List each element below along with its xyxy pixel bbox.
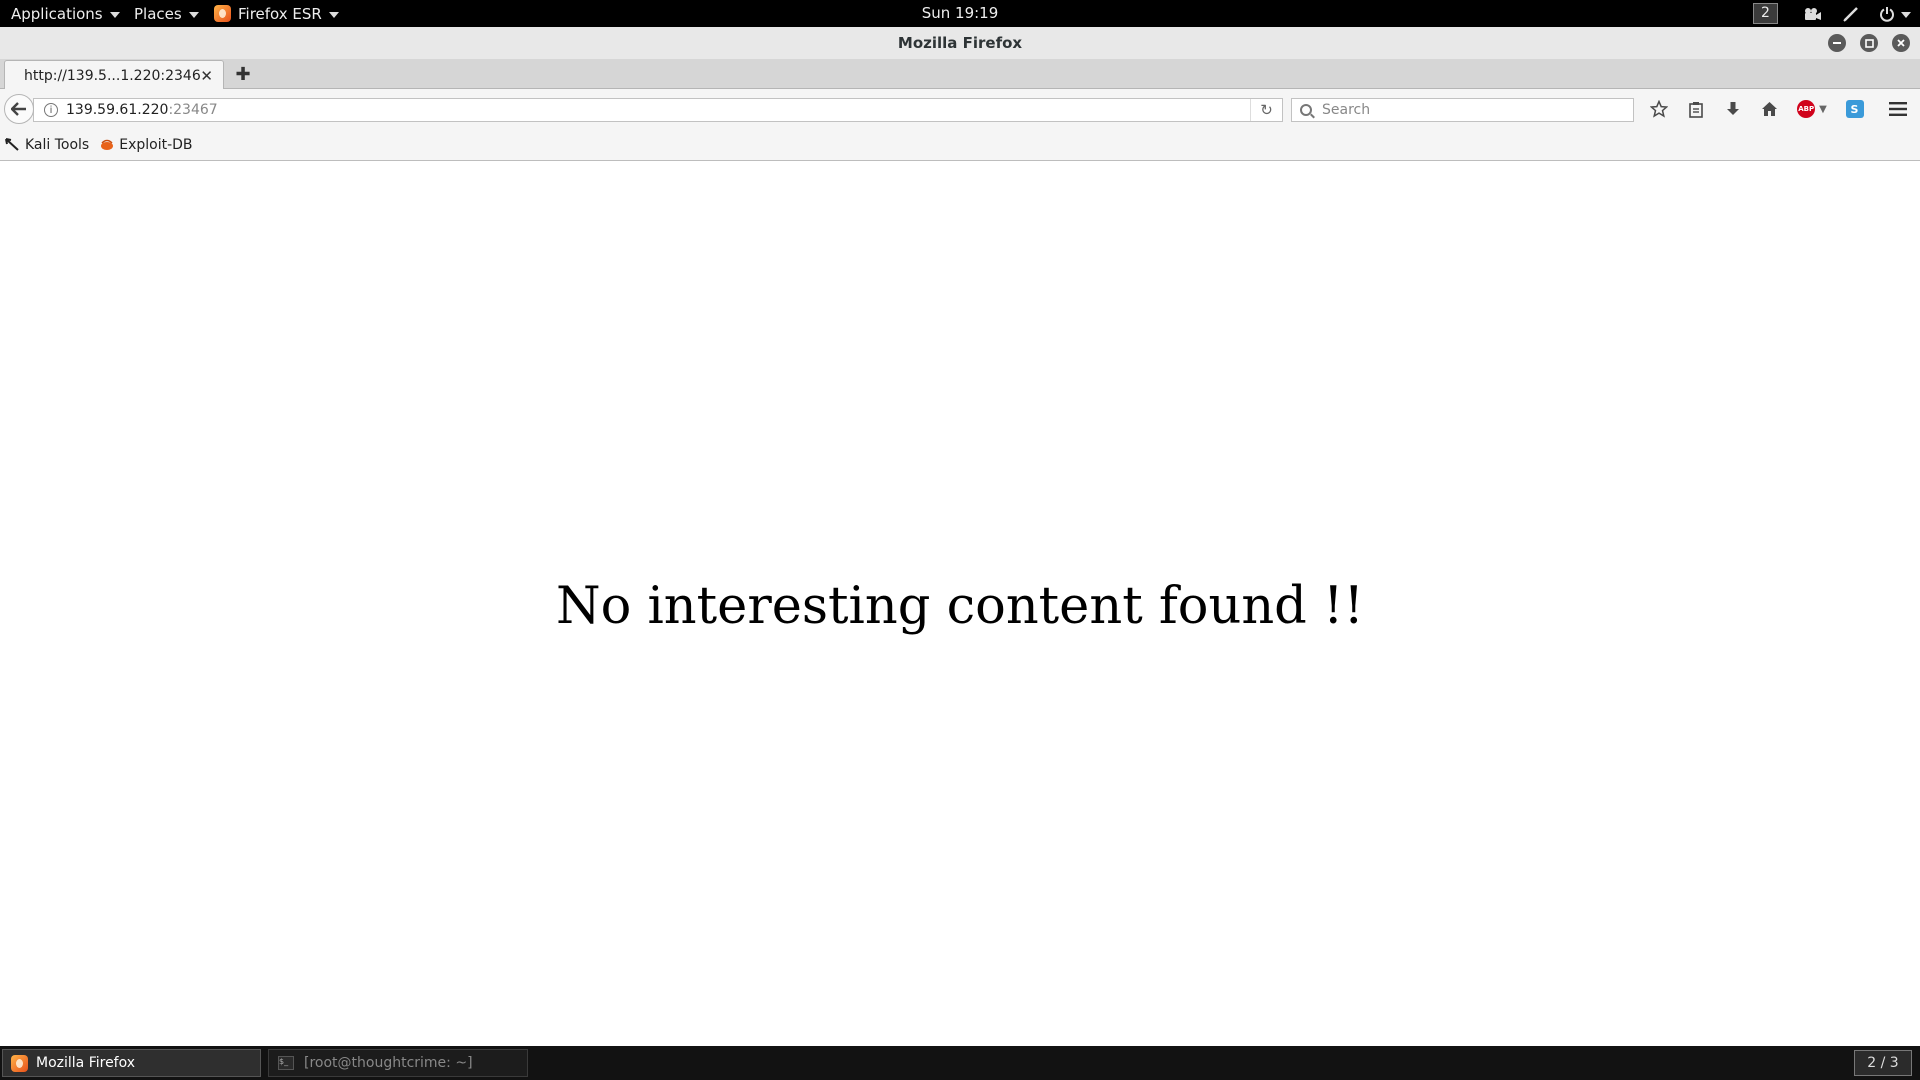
applications-menu-label: Applications [11, 4, 103, 23]
reading-list-button[interactable] [1677, 89, 1714, 129]
chevron-down-icon [328, 11, 339, 18]
reload-icon[interactable]: ↻ [1250, 99, 1282, 121]
bookmark-kali-tools[interactable]: Kali Tools [5, 137, 89, 153]
tab-active[interactable]: http://139.5...1.220:23467/ ✕ [4, 60, 224, 90]
search-input[interactable] [1320, 101, 1633, 119]
app-menu[interactable]: Firefox ESR [214, 0, 339, 27]
open-menu-button[interactable] [1873, 89, 1920, 129]
app-menu-label: Firefox ESR [238, 4, 322, 23]
search-icon [1300, 104, 1312, 116]
home-icon [1762, 102, 1777, 116]
bookmark-label: Kali Tools [25, 136, 90, 153]
maximize-button[interactable] [1860, 34, 1878, 52]
applications-menu[interactable]: Applications [11, 0, 120, 27]
back-arrow-icon [11, 102, 26, 116]
pen-icon[interactable] [1832, 0, 1870, 27]
downloads-button[interactable] [1714, 89, 1751, 129]
page-headline: No interesting content found !! [555, 577, 1365, 636]
plus-icon: ✚ [235, 63, 251, 85]
chevron-down-icon [188, 11, 199, 18]
window-controls [1828, 34, 1910, 52]
search-bar[interactable] [1291, 98, 1634, 122]
panel-status-area: 2 [1753, 0, 1920, 27]
places-menu[interactable]: Places [134, 0, 199, 27]
bookmarks-toolbar: Kali Tools Exploit-DB [0, 129, 1920, 161]
chevron-down-icon [1901, 11, 1911, 18]
workspace-number[interactable]: 2 [1753, 3, 1778, 24]
extension-s-icon: S [1845, 100, 1864, 118]
star-icon [1649, 100, 1668, 118]
places-menu-label: Places [134, 4, 182, 23]
bookmark-label: Exploit-DB [119, 136, 193, 153]
exploit-db-icon [101, 139, 114, 150]
taskbar-item-terminal[interactable]: $_ [root@thoughtcrime: ~] [268, 1049, 528, 1077]
clipboard-icon [1688, 101, 1703, 118]
back-button[interactable] [4, 94, 34, 124]
kali-dragon-icon [5, 138, 19, 151]
video-camera-icon[interactable] [1794, 0, 1832, 27]
tab-close-icon[interactable]: ✕ [200, 67, 213, 85]
minimize-button[interactable] [1828, 34, 1846, 52]
toolbar-buttons: ABP ▼ S [1640, 89, 1920, 129]
close-icon [1897, 39, 1905, 47]
chevron-down-icon [109, 11, 120, 18]
dropdown-arrow-icon[interactable]: ▼ [1819, 104, 1827, 115]
terminal-icon: $_ [278, 1056, 294, 1070]
minimize-icon [1833, 42, 1841, 44]
maximize-icon [1864, 38, 1874, 48]
taskbar-item-label: Mozilla Firefox [36, 1055, 136, 1071]
workspace-indicator[interactable]: 2 / 3 [1854, 1050, 1912, 1076]
taskbar-item-label: [root@thoughtcrime: ~] [304, 1055, 473, 1071]
firefox-icon [214, 5, 231, 22]
tab-strip: http://139.5...1.220:23467/ ✕ ✚ [0, 59, 1920, 90]
hamburger-menu-icon [1889, 102, 1907, 116]
url-host: 139.59.61.220 [66, 102, 169, 118]
taskbar-item-firefox[interactable]: Mozilla Firefox [2, 1049, 261, 1077]
page-content: No interesting content found !! [0, 161, 1920, 1046]
new-tab-button[interactable]: ✚ [233, 59, 253, 89]
url-port: :23467 [168, 102, 218, 118]
download-arrow-icon [1726, 102, 1739, 115]
adblock-plus-button[interactable]: ABP ▼ [1788, 89, 1836, 129]
power-icon [1880, 6, 1894, 22]
firefox-icon [11, 1054, 28, 1072]
extension-button[interactable]: S [1836, 89, 1873, 129]
tab-label: http://139.5...1.220:23467/ [24, 67, 201, 84]
navigation-toolbar: i 139.59.61.220 :23467 ↻ ABP ▼ S [0, 89, 1920, 129]
site-info-icon[interactable]: i [44, 103, 58, 117]
bookmark-exploit-db[interactable]: Exploit-DB [100, 136, 193, 153]
bookmark-star-button[interactable] [1640, 89, 1677, 129]
window-title: Mozilla Firefox [897, 34, 1023, 52]
top-panel: Applications Places Firefox ESR Sun 19:1… [0, 0, 1920, 27]
url-bar[interactable]: i 139.59.61.220 :23467 ↻ [33, 98, 1283, 122]
bottom-taskbar: Mozilla Firefox $_ [root@thoughtcrime: ~… [0, 1046, 1920, 1080]
home-button[interactable] [1751, 89, 1788, 129]
power-menu[interactable] [1870, 0, 1920, 27]
close-window-button[interactable] [1892, 34, 1910, 52]
window-titlebar[interactable]: Mozilla Firefox [0, 27, 1920, 59]
adblock-plus-icon: ABP [1797, 100, 1816, 118]
